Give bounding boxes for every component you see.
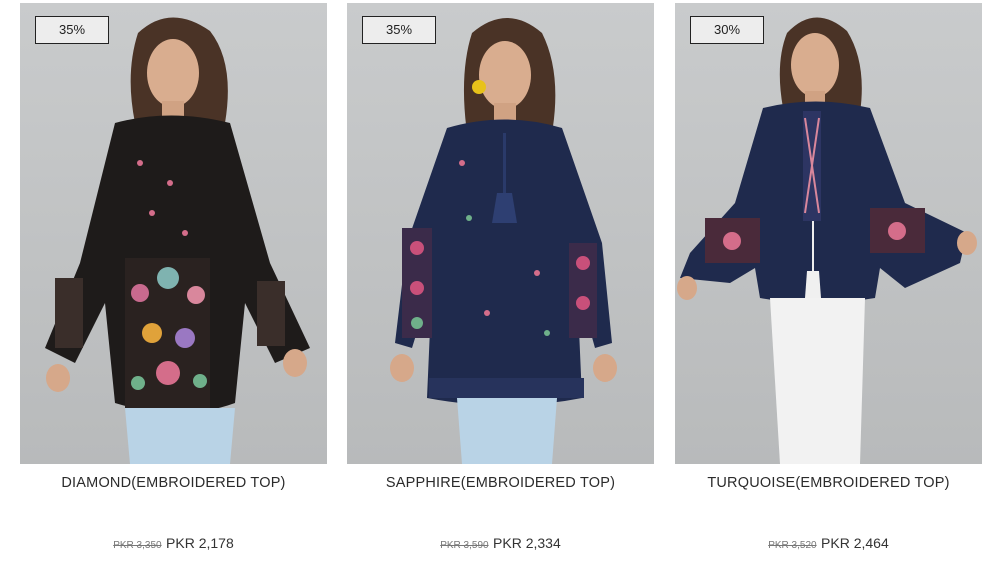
sale-price: PKR 2,334 [493, 535, 561, 551]
product-card[interactable]: 30% TURQUOISE(EMBROIDERED TOP) PKR 3,520… [675, 3, 982, 563]
original-price: PKR 3,590 [440, 540, 489, 551]
product-card[interactable]: 35% SAPPHIRE(EMBROIDERED TOP) PKR 3,590 … [347, 3, 654, 563]
product-price: PKR 3,590 PKR 2,334 [347, 535, 654, 553]
sale-price: PKR 2,178 [166, 535, 234, 551]
product-card[interactable]: 35% DIAMOND(EMBROIDERED TOP) PKR 3,350 P… [20, 3, 327, 563]
model-photo-sapphire [390, 18, 617, 464]
product-image[interactable]: 35% [20, 3, 327, 464]
product-price: PKR 3,350 PKR 2,178 [20, 535, 327, 553]
original-price: PKR 3,520 [768, 540, 817, 551]
discount-badge: 35% [362, 16, 436, 44]
product-price: PKR 3,520 PKR 2,464 [675, 535, 982, 553]
product-image[interactable]: 35% [347, 3, 654, 464]
product-title[interactable]: SAPPHIRE(EMBROIDERED TOP) [347, 475, 654, 491]
product-image[interactable]: 30% [675, 3, 982, 464]
model-photo-turquoise [677, 17, 977, 464]
model-photo-diamond [45, 17, 310, 464]
discount-badge: 30% [690, 16, 764, 44]
discount-badge: 35% [35, 16, 109, 44]
product-title[interactable]: TURQUOISE(EMBROIDERED TOP) [675, 475, 982, 491]
original-price: PKR 3,350 [113, 540, 162, 551]
product-grid: 35% DIAMOND(EMBROIDERED TOP) PKR 3,350 P… [0, 0, 995, 570]
product-title[interactable]: DIAMOND(EMBROIDERED TOP) [20, 475, 327, 491]
sale-price: PKR 2,464 [821, 535, 889, 551]
